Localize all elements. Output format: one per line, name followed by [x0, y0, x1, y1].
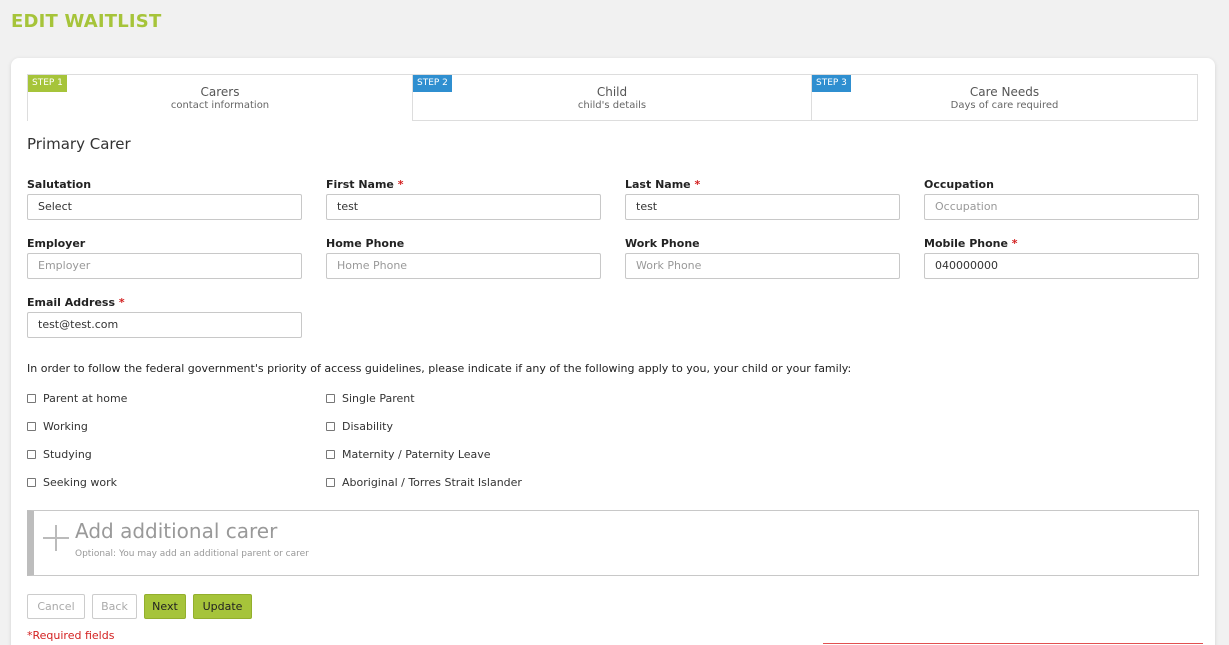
back-button[interactable]: Back	[92, 594, 137, 619]
employer-label: Employer	[27, 237, 86, 250]
tab-step-care-needs[interactable]: STEP 3 Care Needs Days of care required	[812, 74, 1198, 121]
mobile-phone-input[interactable]: 040000000	[924, 253, 1199, 279]
home-phone-label: Home Phone	[326, 237, 405, 250]
email-input[interactable]: test@test.com	[27, 312, 302, 338]
add-carer-title: Add additional carer	[75, 519, 278, 543]
employer-input[interactable]: Employer	[27, 253, 302, 279]
priority-notice: In order to follow the federal governmen…	[27, 362, 852, 375]
first-name-label: First Name *	[326, 178, 404, 191]
occupation-input[interactable]: Occupation	[924, 194, 1199, 220]
checkbox-box[interactable]	[27, 478, 36, 487]
required-fields-note: *Required fields	[27, 629, 115, 642]
email-label: Email Address *	[27, 296, 125, 309]
update-button[interactable]: Update	[193, 594, 252, 619]
salutation-label: Salutation	[27, 178, 92, 191]
step-subtitle: child's details	[577, 100, 647, 111]
error-divider	[823, 643, 1203, 644]
work-phone-label: Work Phone	[625, 237, 700, 250]
checkbox-aboriginal-torres-strait-islander[interactable]: Aboriginal / Torres Strait Islander	[326, 476, 522, 489]
home-phone-input[interactable]: Home Phone	[326, 253, 601, 279]
step-badge: STEP 3	[812, 75, 851, 92]
first-name-field: First Name * test	[326, 178, 601, 220]
first-name-input[interactable]: test	[326, 194, 601, 220]
mobile-phone-label: Mobile Phone *	[924, 237, 1018, 250]
step-title: Child	[596, 85, 628, 99]
checkbox-seeking-work[interactable]: Seeking work	[27, 476, 117, 489]
waitlist-form-card: STEP 1 Carers contact information STEP 2…	[11, 58, 1215, 645]
checkbox-box[interactable]	[326, 450, 335, 459]
checkbox-box[interactable]	[326, 394, 335, 403]
checkbox-single-parent[interactable]: Single Parent	[326, 392, 415, 405]
last-name-input[interactable]: test	[625, 194, 900, 220]
step-title: Carers	[200, 85, 240, 99]
step-title: Care Needs	[969, 85, 1040, 99]
checkbox-box[interactable]	[27, 394, 36, 403]
page-title: EDIT WAITLIST	[11, 11, 162, 32]
occupation-label: Occupation	[924, 178, 994, 191]
checkbox-working[interactable]: Working	[27, 420, 88, 433]
step-tabs: STEP 1 Carers contact information STEP 2…	[27, 74, 1198, 121]
checkbox-box[interactable]	[326, 478, 335, 487]
step-subtitle: contact information	[170, 100, 270, 111]
salutation-field: Salutation Select	[27, 178, 302, 220]
step-badge: STEP 2	[413, 75, 452, 92]
email-field: Email Address * test@test.com	[27, 296, 302, 338]
checkbox-box[interactable]	[27, 450, 36, 459]
checkbox-studying[interactable]: Studying	[27, 448, 92, 461]
add-carer-subtitle: Optional: You may add an additional pare…	[75, 549, 309, 559]
checkbox-box[interactable]	[326, 422, 335, 431]
mobile-phone-field: Mobile Phone * 040000000	[924, 237, 1199, 279]
plus-icon	[43, 525, 69, 551]
checkbox-box[interactable]	[27, 422, 36, 431]
home-phone-field: Home Phone Home Phone	[326, 237, 601, 279]
step-badge: STEP 1	[28, 75, 67, 92]
salutation-select[interactable]: Select	[27, 194, 302, 220]
tab-step-child[interactable]: STEP 2 Child child's details	[413, 74, 812, 121]
last-name-label: Last Name *	[625, 178, 701, 191]
checkbox-parent-at-home[interactable]: Parent at home	[27, 392, 127, 405]
next-button[interactable]: Next	[144, 594, 186, 619]
work-phone-input[interactable]: Work Phone	[625, 253, 900, 279]
employer-field: Employer Employer	[27, 237, 302, 279]
cancel-button[interactable]: Cancel	[27, 594, 85, 619]
occupation-field: Occupation Occupation	[924, 178, 1199, 220]
checkbox-maternity-paternity-leave[interactable]: Maternity / Paternity Leave	[326, 448, 491, 461]
step-subtitle: Days of care required	[950, 100, 1059, 111]
section-title-primary-carer: Primary Carer	[27, 135, 131, 153]
tab-step-carers[interactable]: STEP 1 Carers contact information	[27, 74, 413, 121]
add-additional-carer-button[interactable]: Add additional carer Optional: You may a…	[27, 510, 1199, 576]
checkbox-disability[interactable]: Disability	[326, 420, 393, 433]
work-phone-field: Work Phone Work Phone	[625, 237, 900, 279]
last-name-field: Last Name * test	[625, 178, 900, 220]
